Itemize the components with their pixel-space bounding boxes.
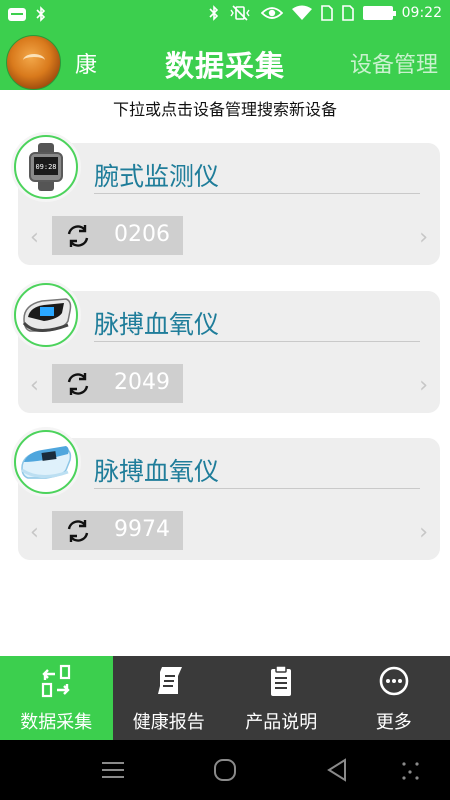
device-card[interactable]: 脉搏血氧仪 ‹ 2049 › <box>14 283 440 413</box>
nav-label: 数据采集 <box>20 712 93 733</box>
sim-card-icon <box>320 5 333 21</box>
device-name: 脉搏血氧仪 <box>94 310 220 339</box>
chevron-left-icon[interactable]: ‹ <box>30 520 39 545</box>
nav-data-collect[interactable]: 数据采集 <box>0 656 113 740</box>
device-card[interactable]: 09:28 腕式监测仪 ‹ 0206 › <box>14 135 440 265</box>
pulse-oximeter-blue-icon <box>14 430 78 494</box>
user-name[interactable]: 康 <box>75 47 97 79</box>
eye-icon <box>260 7 283 19</box>
wrist-monitor-screen-text: 09:28 <box>35 163 56 171</box>
chevron-right-icon[interactable]: › <box>419 373 428 398</box>
system-nav-bar <box>0 740 450 800</box>
chevron-left-icon[interactable]: ‹ <box>30 225 39 250</box>
device-name: 腕式监测仪 <box>94 162 220 191</box>
battery-icon <box>362 6 396 20</box>
home-icon[interactable] <box>212 758 238 782</box>
divider <box>94 488 420 489</box>
hint-text: 下拉或点击设备管理搜索新设备 <box>112 100 337 119</box>
device-serial-box[interactable]: 0206 <box>52 216 183 255</box>
pulse-oximeter-icon <box>14 283 78 347</box>
divider <box>94 341 420 342</box>
device-management-button[interactable]: 设备管理 <box>350 47 438 79</box>
device-serial: 2049 <box>114 370 170 395</box>
device-card[interactable]: 脉搏血氧仪 ‹ 9974 › <box>14 430 440 560</box>
back-icon[interactable] <box>325 758 351 782</box>
chevron-left-icon[interactable]: ‹ <box>30 373 39 398</box>
device-serial-box[interactable]: 9974 <box>52 511 183 550</box>
status-time: 09:22 <box>401 5 442 21</box>
sync-icon[interactable] <box>64 370 92 398</box>
wifi-icon <box>291 5 312 20</box>
nav-label: 健康报告 <box>132 712 205 733</box>
more-icon <box>379 666 409 696</box>
divider <box>94 193 420 194</box>
avatar[interactable] <box>6 35 61 90</box>
manual-icon <box>271 665 292 696</box>
nav-more[interactable]: 更多 <box>338 656 450 740</box>
screen: 09:22 康 数据采集 设备管理 下拉或点击设备管理搜索新设备 09:28 腕… <box>0 0 450 800</box>
device-name: 脉搏血氧仪 <box>94 457 220 486</box>
nav-health-report[interactable]: 健康报告 <box>113 656 226 740</box>
bottom-nav: 数据采集 健康报告 产品说明 更多 <box>0 656 450 740</box>
status-bar: 09:22 <box>0 0 450 32</box>
notification-dots-icon[interactable] <box>400 758 422 782</box>
wrist-monitor-icon: 09:28 <box>14 135 78 199</box>
data-collect-icon <box>42 664 71 698</box>
nav-product-manual[interactable]: 产品说明 <box>225 656 338 740</box>
report-icon <box>157 667 182 694</box>
vibrate-mute-icon <box>230 5 250 21</box>
bluetooth-icon <box>209 5 218 21</box>
device-serial: 9974 <box>114 517 170 542</box>
sim-card-icon <box>341 5 354 21</box>
device-serial: 0206 <box>114 222 170 247</box>
sync-icon[interactable] <box>64 517 92 545</box>
device-serial-box[interactable]: 2049 <box>52 364 183 403</box>
app-header: 康 数据采集 设备管理 <box>0 32 450 90</box>
message-icon <box>8 7 26 21</box>
sync-icon[interactable] <box>64 222 92 250</box>
bluetooth-icon <box>36 6 46 22</box>
chevron-right-icon[interactable]: › <box>419 520 428 545</box>
nav-label: 产品说明 <box>245 712 318 733</box>
chevron-right-icon[interactable]: › <box>419 225 428 250</box>
menu-icon[interactable] <box>100 758 126 782</box>
nav-label: 更多 <box>375 712 412 733</box>
